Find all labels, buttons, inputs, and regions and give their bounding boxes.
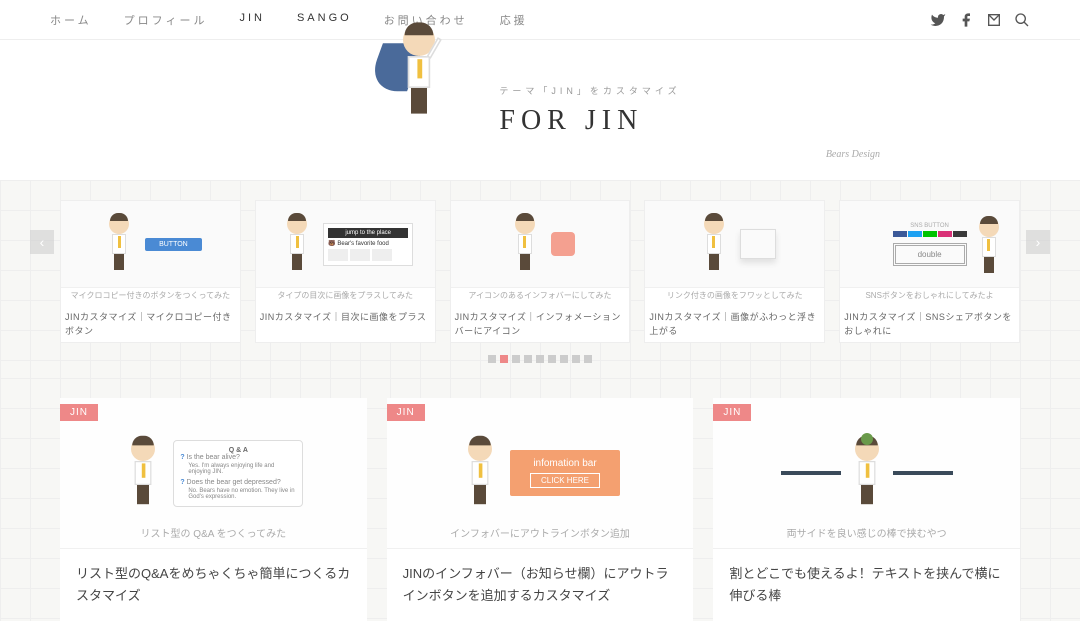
post-thumb-caption: リスト型の Q&A をつくってみた: [141, 525, 287, 540]
post-thumb-caption: 両サイドを良い感じの棒で挟むやつ: [787, 525, 947, 540]
hero: テーマ「JIN」をカスタマイズ FOR JIN Bears Design: [0, 40, 1080, 180]
post-card[interactable]: JIN Q & A? Is the bear alive?Yes. I'm al…: [60, 398, 367, 621]
carousel-dot[interactable]: [524, 355, 532, 363]
posts-grid: JIN Q & A? Is the bear alive?Yes. I'm al…: [60, 398, 1020, 621]
facebook-icon[interactable]: [958, 12, 974, 28]
card-caption: リンク付きの画像をフワッとしてみた: [645, 287, 824, 303]
carousel-card[interactable]: JIN jump to the place🐻 Bear's favorite f…: [255, 200, 436, 343]
card-title: JINカスタマイズ｜SNSシェアボタンをおしゃれに: [840, 303, 1019, 342]
carousel-prev[interactable]: ‹: [30, 230, 54, 254]
post-title: JINのインフォバー（お知らせ欄）にアウトラインボタンを追加するカスタマイズ: [387, 548, 694, 621]
card-thumbnail: [645, 201, 824, 287]
hero-credit: Bears Design: [826, 149, 880, 160]
carousel-card[interactable]: JIN アイコンのあるインフォバーにしてみた JINカスタマイズ｜インフォメーシ…: [450, 200, 631, 343]
search-icon[interactable]: [1014, 12, 1030, 28]
post-title: リスト型のQ&Aをめちゃくちゃ簡単につくるカスタマイズ: [60, 548, 367, 621]
card-caption: アイコンのあるインフォバーにしてみた: [451, 287, 630, 303]
nav-social: [930, 12, 1030, 28]
carousel-dot[interactable]: [536, 355, 544, 363]
post-title: 割とどこでも使えるよ！テキストを挟んで横に伸びる棒: [713, 548, 1020, 621]
post-thumbnail: 両サイドを良い感じの棒で挟むやつ: [713, 398, 1020, 548]
hero-title: FOR JIN: [499, 105, 680, 137]
carousel-card[interactable]: JIN BUTTON マイクロコピー付きのボタンをつくってみた JINカスタマイ…: [60, 200, 241, 343]
card-thumbnail: jump to the place🐻 Bear's favorite food: [256, 201, 435, 287]
carousel-card[interactable]: JIN SNS BUTTONdouble SNSボタンをおしゃれにしてみたよ J…: [839, 200, 1020, 343]
hero-subtitle: テーマ「JIN」をカスタマイズ: [499, 84, 680, 97]
nav-support[interactable]: 応援: [500, 12, 528, 28]
card-caption: SNSボタンをおしゃれにしてみたよ: [840, 287, 1019, 303]
post-tag: JIN: [60, 404, 98, 421]
post-thumbnail: Q & A? Is the bear alive?Yes. I'm always…: [60, 398, 367, 548]
carousel-dots: [0, 355, 1080, 363]
nav-jin[interactable]: JIN: [239, 12, 265, 28]
post-card[interactable]: JIN 両サイドを良い感じの棒で挟むやつ 割とどこでも使えるよ！テキストを挟んで…: [713, 398, 1020, 621]
carousel: JIN BUTTON マイクロコピー付きのボタンをつくってみた JINカスタマイ…: [0, 200, 1080, 343]
card-thumbnail: [451, 201, 630, 287]
main-navbar: ホーム プロフィール JIN SANGO お問い合わせ 応援: [0, 0, 1080, 40]
card-caption: タイプの目次に画像をプラスしてみた: [256, 287, 435, 303]
carousel-next[interactable]: ›: [1026, 230, 1050, 254]
hero-mascot: [399, 60, 479, 160]
card-title: JINカスタマイズ｜マイクロコピー付きボタン: [61, 303, 240, 342]
carousel-dot[interactable]: [500, 355, 508, 363]
post-tag: JIN: [387, 404, 425, 421]
carousel-dot[interactable]: [560, 355, 568, 363]
posts-section: JIN Q & A? Is the bear alive?Yes. I'm al…: [0, 378, 1080, 621]
carousel-dot[interactable]: [512, 355, 520, 363]
post-thumbnail: infomation barCLICK HERE インフォバーにアウトラインボタ…: [387, 398, 694, 548]
mail-icon[interactable]: [986, 12, 1002, 28]
carousel-dot[interactable]: [488, 355, 496, 363]
card-thumbnail: SNS BUTTONdouble: [840, 201, 1019, 287]
carousel-dot[interactable]: [548, 355, 556, 363]
twitter-icon[interactable]: [930, 12, 946, 28]
post-thumb-caption: インフォバーにアウトラインボタン追加: [450, 525, 630, 540]
nav-home[interactable]: ホーム: [50, 12, 92, 28]
card-title: JINカスタマイズ｜画像がふわっと浮き上がる: [645, 303, 824, 342]
carousel-section: ‹ › JIN BUTTON マイクロコピー付きのボタンをつくってみた JINカ…: [0, 180, 1080, 378]
post-card[interactable]: JIN infomation barCLICK HERE インフォバーにアウトラ…: [387, 398, 694, 621]
carousel-dot[interactable]: [572, 355, 580, 363]
card-title: JINカスタマイズ｜目次に画像をプラス: [256, 303, 435, 329]
card-title: JINカスタマイズ｜インフォメーションバーにアイコン: [451, 303, 630, 342]
carousel-dot[interactable]: [584, 355, 592, 363]
nav-profile[interactable]: プロフィール: [124, 12, 208, 28]
card-caption: マイクロコピー付きのボタンをつくってみた: [61, 287, 240, 303]
post-tag: JIN: [713, 404, 751, 421]
carousel-card[interactable]: JIN リンク付きの画像をフワッとしてみた JINカスタマイズ｜画像がふわっと浮…: [644, 200, 825, 343]
card-thumbnail: BUTTON: [61, 201, 240, 287]
nav-links: ホーム プロフィール JIN SANGO お問い合わせ 応援: [50, 12, 528, 28]
nav-sango[interactable]: SANGO: [297, 12, 352, 28]
